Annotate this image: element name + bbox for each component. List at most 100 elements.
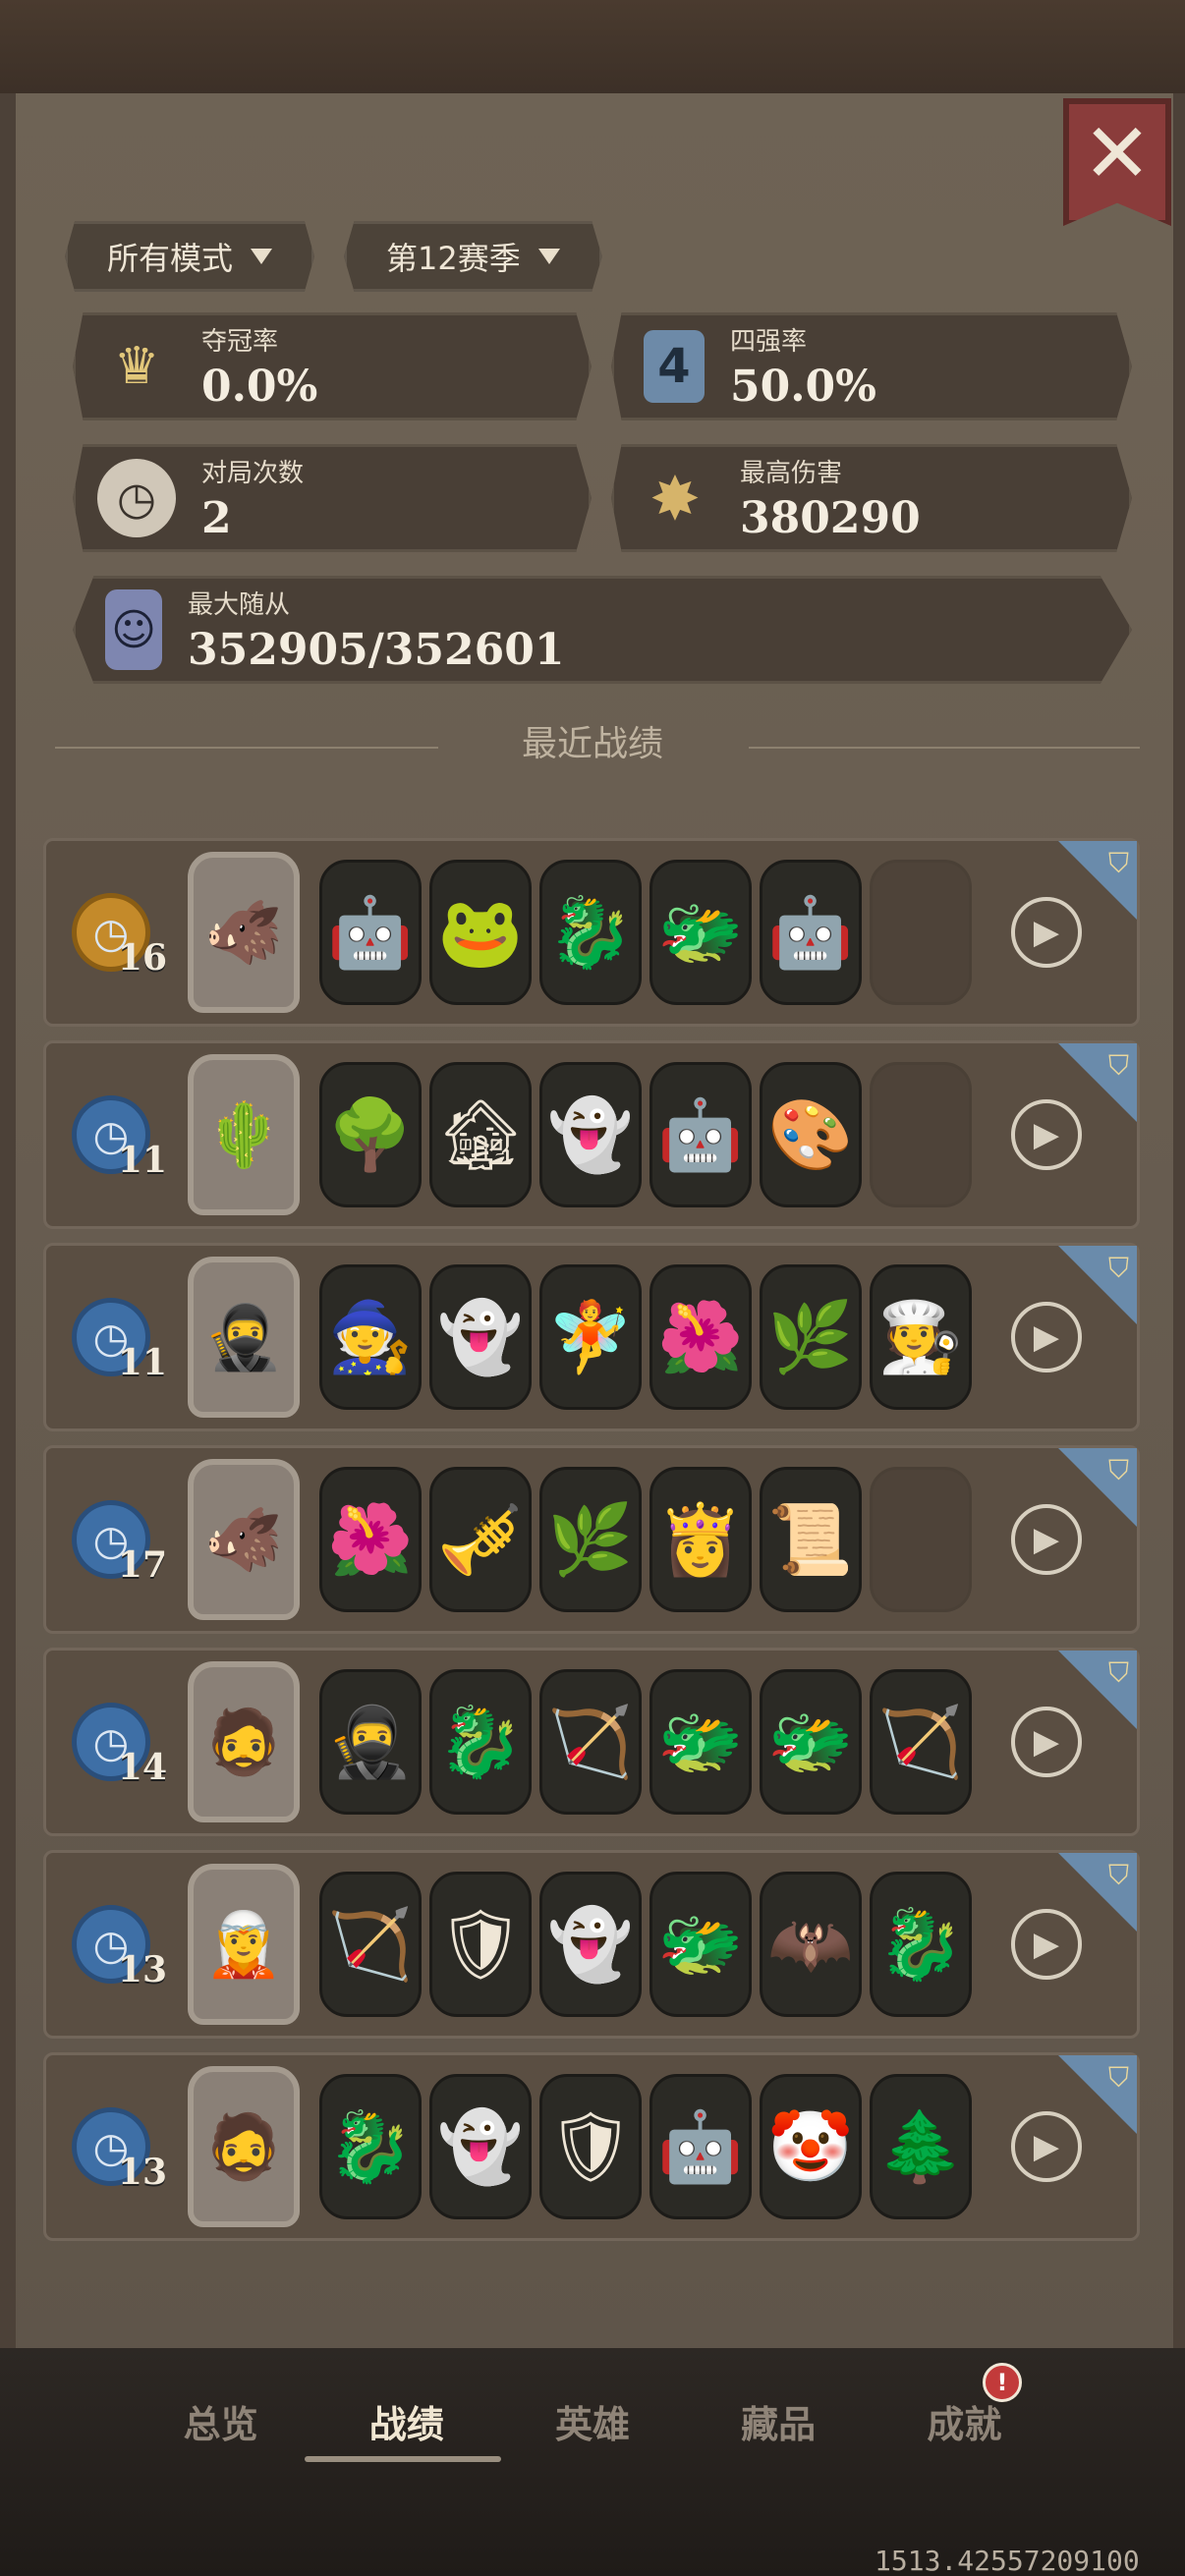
play-icon: ▶ (1033, 1115, 1060, 1154)
placement-number: 16 (117, 937, 167, 979)
record-row[interactable]: ◷ 13 🧔 🐉 👻 🛡 🤖 🤡 🌲 ▶ ⛉ (43, 2052, 1140, 2241)
minion-card[interactable]: 👸 (649, 1467, 752, 1612)
minion-card[interactable]: 🐲 (649, 1669, 752, 1815)
minion-card[interactable]: 🐉 (539, 860, 642, 1005)
minion-card[interactable]: 🧚 (539, 1264, 642, 1410)
tab-overview[interactable]: 总览 (162, 2394, 280, 2448)
tab-achievements[interactable]: 成就 (905, 2394, 1023, 2448)
hero-portrait[interactable]: 🥷 (188, 1257, 300, 1418)
minion-card[interactable]: 🌿 (760, 1264, 862, 1410)
season-dropdown[interactable]: 第12赛季 (344, 221, 602, 292)
minion-card[interactable]: 🌳 (319, 1062, 422, 1207)
stat-matches: ◷ 对局次数 2 (73, 444, 592, 552)
minion-card[interactable]: 🐸 (429, 860, 532, 1005)
minion-card[interactable]: 🏚 (429, 1062, 532, 1207)
minion-card[interactable]: 🐲 (760, 1669, 862, 1815)
shield-icon: ⛉ (1107, 1859, 1129, 1891)
minion-card[interactable]: 🤖 (319, 860, 422, 1005)
record-row[interactable]: ◷ 14 🧔 🥷 🐉 🏹 🐲 🐲 🏹 ▶ ⛉ (43, 1648, 1140, 1836)
tab-collection[interactable]: 藏品 (719, 2394, 837, 2448)
record-row[interactable]: ◷ 16 🐗 🤖 🐸 🐉 🐲 🤖 ▶ ⛉ (43, 838, 1140, 1027)
minion-card[interactable]: 🧑‍🍳 (870, 1264, 972, 1410)
placement-badge: ◷ 13 (72, 1905, 167, 1990)
replay-button[interactable]: ▶ (1011, 1707, 1082, 1777)
stat-label: 最高伤害 (740, 459, 843, 488)
placement-badge: ◷ 16 (72, 893, 167, 979)
placement-badge: ◷ 13 (72, 2107, 167, 2193)
minion-card[interactable]: 🌺 (649, 1264, 752, 1410)
placement-number: 13 (117, 2152, 167, 2193)
minion-card[interactable]: 🤖 (649, 1062, 752, 1207)
clock-icon: ◷ (97, 459, 176, 537)
hero-portrait[interactable]: 🧔 (188, 1661, 300, 1822)
minion-card[interactable]: 🐉 (870, 1872, 972, 2017)
placement-number: 17 (117, 1544, 167, 1586)
replay-button[interactable]: ▶ (1011, 1909, 1082, 1980)
minion-card[interactable]: 🦇 (760, 1872, 862, 2017)
minion-card[interactable]: 📜 (760, 1467, 862, 1612)
minion-card[interactable]: 🏹 (319, 1872, 422, 2017)
play-icon: ▶ (1033, 913, 1060, 952)
stat-value: 2 (201, 493, 232, 543)
hero-portrait[interactable]: 🐗 (188, 852, 300, 1013)
minion-card[interactable]: 👻 (539, 1062, 642, 1207)
season-dropdown-label: 第12赛季 (386, 240, 521, 277)
minion-card[interactable]: 🥷 (319, 1669, 422, 1815)
placement-badge: ◷ 14 (72, 1703, 167, 1788)
minion-card[interactable]: 🛡 (429, 1872, 532, 2017)
replay-button[interactable]: ▶ (1011, 897, 1082, 968)
hero-portrait[interactable]: 🐗 (188, 1459, 300, 1620)
minion-card[interactable]: 👻 (539, 1872, 642, 2017)
mode-dropdown[interactable]: 所有模式 (65, 221, 315, 292)
play-icon: ▶ (1033, 1722, 1060, 1762)
record-row[interactable]: ◷ 13 🧝 🏹 🛡 👻 🐲 🦇 🐉 ▶ ⛉ (43, 1850, 1140, 2039)
minion-card[interactable]: 🌿 (539, 1467, 642, 1612)
minion-card[interactable]: 🏹 (870, 1669, 972, 1815)
coordinate-readout: 1513.42557209100 (875, 2545, 1140, 2576)
minion-card[interactable]: 🤡 (760, 2074, 862, 2219)
stat-max-damage: ✸ 最高伤害 380290 (611, 444, 1132, 552)
minion-card[interactable]: 🧙 (319, 1264, 422, 1410)
top4-shield-icon: 4 (644, 330, 705, 403)
minion-card[interactable]: 🌺 (319, 1467, 422, 1612)
hero-portrait[interactable]: 🧝 (188, 1864, 300, 2025)
hero-portrait[interactable]: 🧔 (188, 2066, 300, 2227)
minion-card[interactable]: 🐉 (319, 2074, 422, 2219)
minion-card[interactable]: 👻 (429, 2074, 532, 2219)
stat-label: 夺冠率 (201, 327, 279, 357)
hero-portrait[interactable]: 🌵 (188, 1054, 300, 1215)
replay-button[interactable]: ▶ (1011, 1302, 1082, 1372)
minion-card[interactable]: 🏹 (539, 1669, 642, 1815)
minion-lineup: 🥷 🐉 🏹 🐲 🐲 🏹 (319, 1669, 972, 1815)
minion-card[interactable]: 🎨 (760, 1062, 862, 1207)
replay-button[interactable]: ▶ (1011, 1504, 1082, 1575)
minion-card[interactable]: 🐲 (649, 860, 752, 1005)
minion-card[interactable]: 🛡 (539, 2074, 642, 2219)
minion-card[interactable]: 👻 (429, 1264, 532, 1410)
recent-records-title: 最近战绩 (521, 724, 663, 764)
empty-minion-slot (870, 860, 972, 1005)
stat-value: 380290 (740, 493, 921, 543)
minion-card[interactable]: 🤖 (760, 860, 862, 1005)
chevron-down-icon (251, 249, 273, 264)
tab-list: 总览 战绩 英雄 藏品 成就 (0, 2394, 1185, 2448)
tab-heroes[interactable]: 英雄 (534, 2394, 651, 2448)
minion-lineup: 🤖 🐸 🐉 🐲 🤖 (319, 860, 972, 1005)
minion-card[interactable]: 🌲 (870, 2074, 972, 2219)
minion-lineup: 🌺 🎺 🌿 👸 📜 (319, 1467, 972, 1612)
shield-icon: ⛉ (1107, 1252, 1129, 1284)
minion-card[interactable]: 🐉 (429, 1669, 532, 1815)
empty-minion-slot (870, 1467, 972, 1612)
record-row[interactable]: ◷ 17 🐗 🌺 🎺 🌿 👸 📜 ▶ ⛉ (43, 1445, 1140, 1634)
placement-number: 13 (117, 1949, 167, 1990)
minion-card[interactable]: 🤖 (649, 2074, 752, 2219)
tab-records[interactable]: 战绩 (348, 2394, 466, 2448)
replay-button[interactable]: ▶ (1011, 2111, 1082, 2182)
divider-right (749, 747, 1140, 749)
record-row[interactable]: ◷ 11 🌵 🌳 🏚 👻 🤖 🎨 ▶ ⛉ (43, 1040, 1140, 1229)
placement-number: 11 (117, 1140, 167, 1181)
minion-card[interactable]: 🐲 (649, 1872, 752, 2017)
minion-card[interactable]: 🎺 (429, 1467, 532, 1612)
record-row[interactable]: ◷ 11 🥷 🧙 👻 🧚 🌺 🌿 🧑‍🍳 ▶ ⛉ (43, 1243, 1140, 1431)
replay-button[interactable]: ▶ (1011, 1099, 1082, 1170)
